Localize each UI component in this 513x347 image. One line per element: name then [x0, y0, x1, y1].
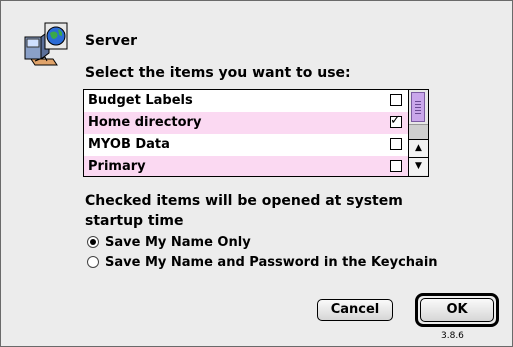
- startup-description: Checked items will be opened at system s…: [85, 193, 403, 229]
- cancel-button[interactable]: Cancel: [317, 299, 393, 321]
- radio-icon[interactable]: [87, 236, 99, 248]
- list-item[interactable]: Primary: [84, 156, 408, 176]
- scroll-down-arrow-icon[interactable]: ▼: [409, 157, 428, 175]
- list-item-label: MYOB Data: [88, 137, 170, 152]
- scroll-thumb[interactable]: [411, 92, 425, 122]
- checkbox-icon[interactable]: ✓: [390, 113, 402, 128]
- radio-label: Save My Name Only: [105, 235, 251, 250]
- items-list[interactable]: Budget Labels Home directory ✓ MYOB Data…: [83, 89, 429, 177]
- dialog-title: Server: [85, 33, 138, 49]
- checkbox-icon[interactable]: [390, 94, 402, 106]
- radio-label: Save My Name and Password in the Keychai…: [105, 255, 438, 270]
- list-item-label: Primary: [88, 159, 146, 174]
- ok-button[interactable]: OK: [420, 298, 494, 322]
- server-dialog: Server Select the items you want to use:…: [0, 0, 513, 347]
- list-scrollbar[interactable]: ▲ ▼: [408, 90, 428, 176]
- list-item-label: Budget Labels: [88, 93, 193, 108]
- list-item-label: Home directory: [88, 115, 202, 130]
- checkbox-icon[interactable]: [390, 160, 402, 172]
- check-mark-icon: ✓: [390, 113, 401, 128]
- radio-icon[interactable]: [87, 256, 99, 268]
- list-item[interactable]: MYOB Data: [84, 134, 408, 156]
- items-list-rows: Budget Labels Home directory ✓ MYOB Data…: [84, 90, 408, 176]
- list-item[interactable]: Budget Labels: [84, 90, 408, 112]
- scroll-up-arrow-icon[interactable]: ▲: [409, 139, 428, 157]
- list-item[interactable]: Home directory ✓: [84, 112, 408, 134]
- scroll-track[interactable]: [409, 124, 428, 139]
- checkbox-icon[interactable]: [390, 138, 402, 150]
- version-label: 3.8.6: [441, 331, 464, 341]
- server-globe-icon: [23, 21, 71, 67]
- select-items-prompt: Select the items you want to use:: [85, 65, 351, 81]
